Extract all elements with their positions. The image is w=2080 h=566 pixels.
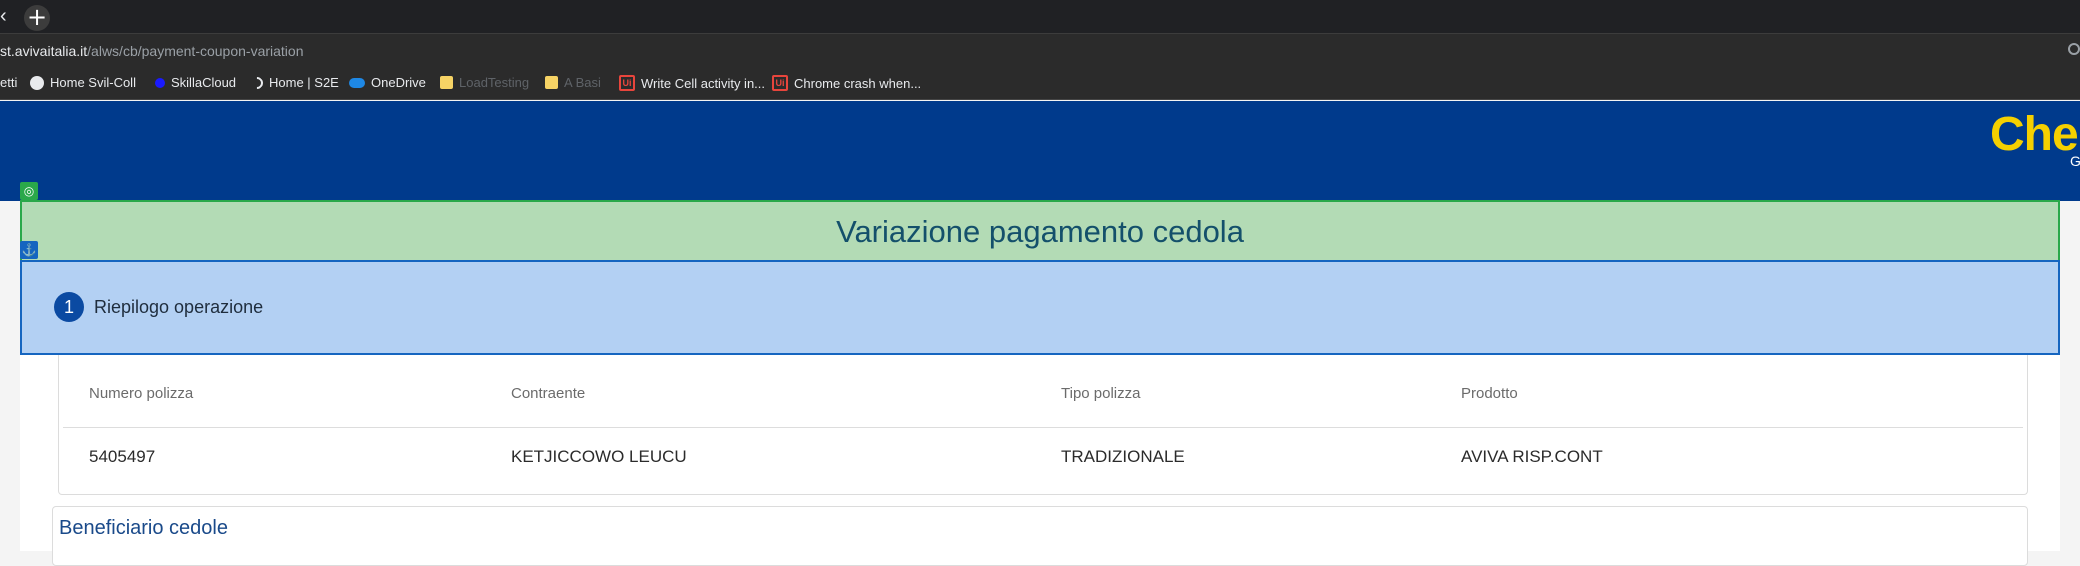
bookmark-label: LoadTesting: [459, 75, 530, 90]
bookmark-label: Write Cell activity in...: [641, 75, 766, 91]
bookmark-label: Home Svil-Coll: [50, 75, 136, 90]
bookmarks-bar: etti Home Svil-Coll SkillaCloud Home | S…: [0, 66, 2080, 100]
bookmark-item[interactable]: Ui Chrome crash when...: [772, 75, 921, 91]
cell-contractor: KETJICCOWO LEUCU: [511, 447, 687, 466]
bookmark-item[interactable]: Home Svil-Coll: [30, 75, 136, 90]
cell-policy-number: 5405497: [89, 447, 156, 466]
bookmark-item[interactable]: OneDrive: [349, 75, 426, 90]
onedrive-icon: [349, 77, 365, 88]
app-header: CheB G: [0, 101, 2080, 201]
folder-icon: [545, 76, 558, 89]
target-icon: ◎: [20, 182, 38, 200]
folder-icon: [440, 76, 453, 89]
address-bar[interactable]: st.avivaitalia.it/alws/cb/payment-coupon…: [0, 34, 2080, 66]
step-section: 1 Riepilogo operazione: [20, 260, 2060, 355]
column-header-policy-type: Tipo polizza: [1061, 385, 1141, 402]
bookmark-label: A Basi: [564, 75, 601, 90]
uipath-icon: Ui: [619, 75, 635, 91]
bookmark-label: SkillaCloud: [171, 75, 237, 90]
browser-tab-bar: ‹ +: [0, 0, 2080, 34]
section-title: Beneficiario cedole: [59, 517, 228, 539]
page-title-section: Variazione pagamento cedola: [20, 200, 2060, 262]
skilla-icon: [155, 77, 165, 88]
url-text[interactable]: st.avivaitalia.it/alws/cb/payment-coupon…: [0, 43, 304, 59]
uipath-icon: Ui: [772, 75, 788, 91]
moon-icon: [248, 74, 266, 91]
row-divider: [63, 427, 2023, 428]
new-tab-button[interactable]: +: [24, 5, 50, 31]
step-label: Riepilogo operazione: [94, 297, 264, 317]
bookmark-item[interactable]: etti: [0, 75, 17, 90]
globe-icon: [30, 75, 44, 90]
anchor-icon: ⚓: [20, 241, 38, 259]
bookmark-item[interactable]: Ui Write Cell activity in...: [619, 75, 765, 91]
bookmark-folder[interactable]: A Basi: [545, 75, 601, 90]
cell-policy-type: TRADIZIONALE: [1061, 447, 1185, 466]
site-info-icon[interactable]: [2068, 43, 2080, 55]
url-path: /alws/cb/payment-coupon-variation: [87, 43, 304, 59]
bookmark-item[interactable]: SkillaCloud: [155, 75, 236, 90]
column-header-product: Prodotto: [1461, 385, 1518, 402]
page-title: Variazione pagamento cedola: [836, 214, 1244, 249]
brand-logo[interactable]: CheB: [1990, 107, 2080, 162]
tab-close-icon[interactable]: ‹: [0, 6, 10, 26]
bookmark-item[interactable]: Home | S2E: [248, 74, 339, 91]
bookmark-label: Home | S2E: [269, 75, 339, 90]
column-header-policy-number: Numero polizza: [89, 385, 194, 402]
beneficiary-section: Beneficiario cedole: [52, 506, 2028, 566]
brand-logo-subtitle: G: [2070, 153, 2080, 169]
bookmark-folder[interactable]: LoadTesting: [440, 75, 529, 90]
column-header-contractor: Contraente: [511, 385, 586, 402]
bookmark-label: etti: [0, 75, 18, 90]
cell-product: AVIVA RISP.CONT: [1461, 447, 1603, 466]
url-host: st.avivaitalia.it: [0, 43, 88, 59]
bookmark-label: Chrome crash when...: [794, 75, 922, 91]
bookmark-label: OneDrive: [371, 75, 426, 90]
step-number-badge: 1: [54, 292, 84, 322]
policy-summary-table: Numero polizza Contraente Tipo polizza P…: [58, 355, 2028, 495]
